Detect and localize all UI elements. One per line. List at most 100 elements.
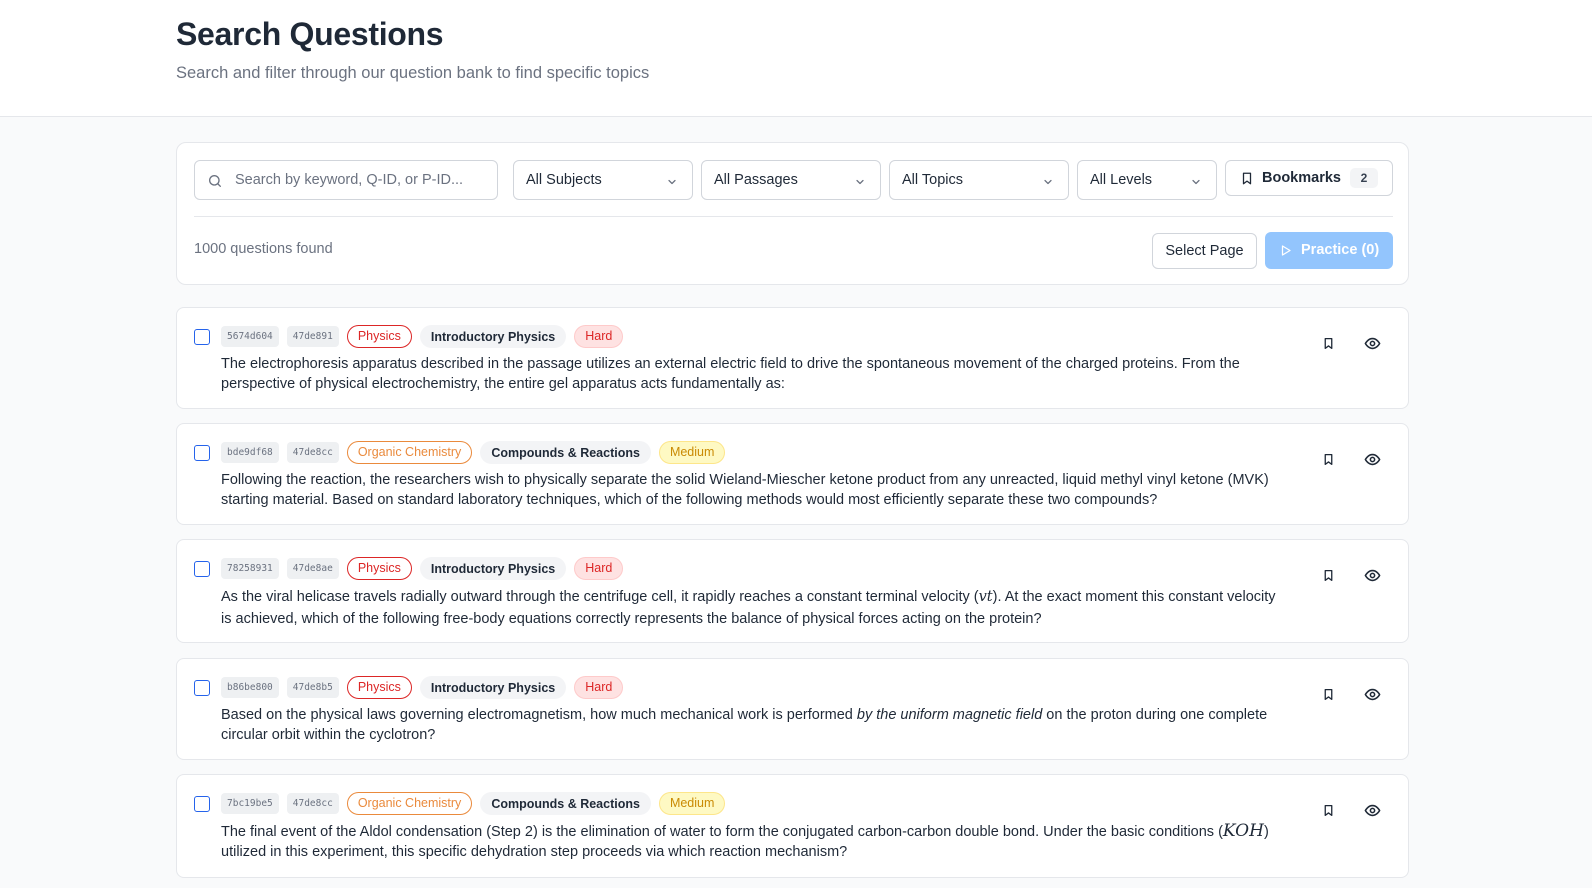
bookmark-icon: [1242, 172, 1252, 185]
subject-select-value: All Subjects: [526, 172, 602, 188]
question-text: The final event of the Aldol condensatio…: [221, 821, 1281, 862]
bookmark-button[interactable]: [1318, 565, 1338, 585]
difficulty-badge: Medium: [658, 440, 726, 464]
question-checkbox[interactable]: [194, 445, 210, 461]
topic-badge: Introductory Physics: [419, 675, 567, 699]
bookmark-button[interactable]: [1318, 800, 1338, 820]
bookmark-icon: [1324, 337, 1332, 349]
search-input[interactable]: [235, 161, 490, 199]
bookmark-button[interactable]: [1318, 449, 1338, 469]
eye-icon: [1364, 804, 1380, 816]
question-text: The electrophoresis apparatus described …: [221, 356, 1240, 392]
passage-id-tag[interactable]: 47de8cc: [286, 441, 339, 463]
search-icon: [209, 175, 221, 187]
bookmark-icon: [1324, 688, 1332, 700]
preview-button[interactable]: [1362, 684, 1382, 704]
topic-badge: Compounds & Reactions: [480, 440, 651, 464]
topic-badge: Introductory Physics: [419, 324, 567, 348]
question-id-tag[interactable]: 7bc19be5: [221, 792, 279, 814]
question-text: As the viral helicase travels radially o…: [221, 586, 1281, 630]
passage-id-tag[interactable]: 47de8cc: [286, 792, 339, 814]
question-tags: 78258931 47de8ae Physics Introductory Ph…: [221, 556, 624, 580]
difficulty-badge: Hard: [574, 556, 624, 580]
eye-icon: [1364, 337, 1380, 349]
bookmarks-count-badge: 2: [1350, 168, 1378, 188]
topic-select[interactable]: All Topics: [889, 160, 1069, 200]
question-id-tag[interactable]: b86be800: [221, 676, 279, 698]
topic-badge: Compounds & Reactions: [480, 791, 651, 815]
question-tags: 7bc19be5 47de8cc Organic Chemistry Compo…: [221, 791, 726, 815]
question-card[interactable]: 5674d604 47de891 Physics Introductory Ph…: [176, 307, 1409, 409]
chevron-down-icon: [668, 179, 676, 185]
math-expression: vt: [978, 589, 993, 605]
passage-id-tag[interactable]: 47de8b5: [286, 676, 339, 698]
question-id-tag[interactable]: bde9df68: [221, 441, 279, 463]
question-card[interactable]: b86be800 47de8b5 Physics Introductory Ph…: [176, 658, 1409, 760]
question-card[interactable]: bde9df68 47de8cc Organic Chemistry Compo…: [176, 423, 1409, 525]
subject-badge: Physics: [346, 556, 412, 580]
page-header: Search Questions Search and filter throu…: [0, 0, 1592, 117]
subject-badge: Organic Chemistry: [346, 440, 473, 464]
difficulty-badge: Medium: [658, 791, 726, 815]
chevron-down-icon: [1044, 179, 1052, 185]
question-text-part: The final event of the Aldol condensatio…: [221, 824, 1223, 840]
preview-button[interactable]: [1362, 565, 1382, 585]
preview-button[interactable]: [1362, 333, 1382, 353]
results-count: 1000 questions found: [194, 241, 333, 257]
subject-badge: Physics: [346, 675, 412, 699]
question-tags: 5674d604 47de891 Physics Introductory Ph…: [221, 324, 624, 348]
subject-select[interactable]: All Subjects: [513, 160, 693, 200]
filter-card: All Subjects All Passages All Topics All…: [176, 142, 1409, 285]
question-text: Following the reaction, the researchers …: [221, 472, 1269, 508]
passage-select-value: All Passages: [714, 172, 798, 188]
question-id-tag[interactable]: 5674d604: [221, 325, 279, 347]
question-checkbox[interactable]: [194, 680, 210, 696]
topic-badge: Introductory Physics: [419, 556, 567, 580]
level-select[interactable]: All Levels: [1077, 160, 1217, 200]
divider: [194, 216, 1393, 217]
search-box[interactable]: [194, 160, 498, 200]
question-id-tag[interactable]: 78258931: [221, 557, 279, 579]
practice-label: Practice (0): [1301, 242, 1380, 258]
difficulty-badge: Hard: [574, 324, 624, 348]
eye-icon: [1364, 688, 1380, 700]
chevron-down-icon: [1192, 179, 1200, 185]
bookmark-icon: [1324, 569, 1332, 581]
passage-id-tag[interactable]: 47de891: [286, 325, 339, 347]
question-text-part: As the viral helicase travels radially o…: [221, 589, 979, 605]
question-checkbox[interactable]: [194, 796, 210, 812]
chevron-down-icon: [856, 179, 864, 185]
practice-button[interactable]: Practice (0): [1265, 232, 1393, 269]
question-tags: b86be800 47de8b5 Physics Introductory Ph…: [221, 675, 624, 699]
level-select-value: All Levels: [1090, 172, 1153, 188]
page-subtitle: Search and filter through our question b…: [176, 64, 650, 82]
question-text-part: Based on the physical laws governing ele…: [221, 707, 857, 723]
bookmark-button[interactable]: [1318, 684, 1338, 704]
play-icon: [1281, 245, 1291, 256]
question-text-emphasis: by the uniform magnetic field: [856, 707, 1043, 723]
eye-icon: [1364, 569, 1380, 581]
difficulty-badge: Hard: [574, 675, 624, 699]
question-checkbox[interactable]: [194, 329, 210, 345]
bookmark-icon: [1324, 453, 1332, 465]
select-page-button[interactable]: Select Page: [1152, 233, 1257, 269]
math-expression: KOH: [1222, 821, 1264, 841]
bookmarks-button[interactable]: Bookmarks 2: [1225, 160, 1393, 196]
question-card[interactable]: 78258931 47de8ae Physics Introductory Ph…: [176, 539, 1409, 643]
bookmark-button[interactable]: [1318, 333, 1338, 353]
passage-id-tag[interactable]: 47de8ae: [286, 557, 339, 579]
question-text: Based on the physical laws governing ele…: [221, 705, 1281, 745]
bookmarks-label: Bookmarks: [1262, 170, 1341, 186]
preview-button[interactable]: [1362, 800, 1382, 820]
subject-badge: Organic Chemistry: [346, 791, 473, 815]
preview-button[interactable]: [1362, 449, 1382, 469]
topic-select-value: All Topics: [902, 172, 963, 188]
passage-select[interactable]: All Passages: [701, 160, 881, 200]
question-checkbox[interactable]: [194, 561, 210, 577]
eye-icon: [1364, 453, 1380, 465]
question-card[interactable]: 7bc19be5 47de8cc Organic Chemistry Compo…: [176, 774, 1409, 878]
subject-badge: Physics: [346, 324, 412, 348]
question-tags: bde9df68 47de8cc Organic Chemistry Compo…: [221, 440, 726, 464]
bookmark-icon: [1324, 804, 1332, 816]
page-title: Search Questions: [176, 16, 444, 52]
